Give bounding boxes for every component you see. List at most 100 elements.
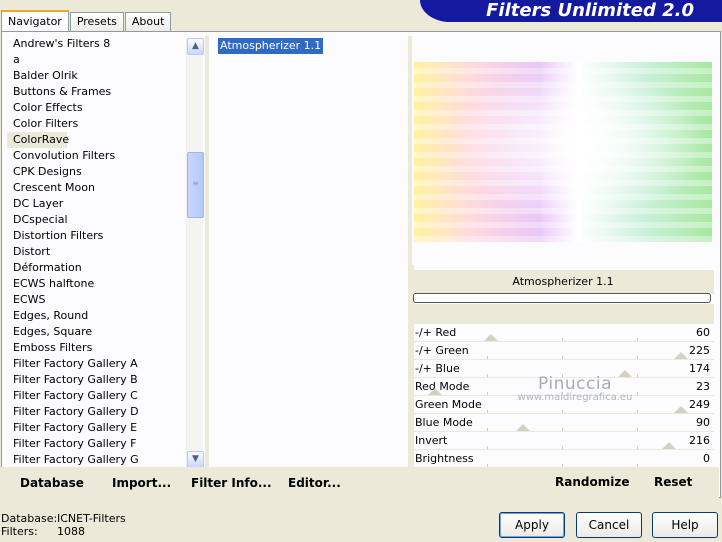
category-item[interactable]: Crescent Moon: [7, 180, 185, 196]
filters-status-label: Filters:: [1, 525, 38, 538]
apply-button[interactable]: Apply: [499, 512, 565, 538]
slider-label: Blue Mode: [415, 416, 473, 429]
slider-thumb[interactable]: [428, 388, 442, 395]
preview-image: [414, 62, 712, 242]
category-item[interactable]: Distortion Filters: [7, 228, 185, 244]
slider-tick: [562, 446, 563, 449]
filter-name-label: Atmospherizer 1.1: [412, 270, 714, 294]
slider-thumb[interactable]: [516, 424, 530, 431]
slider-value: 225: [689, 344, 710, 357]
category-item[interactable]: Filter Factory Gallery G: [7, 452, 185, 468]
filter-list[interactable]: Atmospherizer 1.1: [218, 38, 404, 54]
slider-tick: [487, 356, 488, 359]
category-item[interactable]: ColorRave: [7, 132, 69, 148]
slider-tick: [637, 428, 638, 431]
status-area: Database: ICNET-Filters Filters: 1088: [1, 512, 126, 538]
slider-tick: [487, 446, 488, 449]
tab-about[interactable]: About: [124, 12, 172, 32]
category-item[interactable]: Distort: [7, 244, 185, 260]
category-item[interactable]: Color Filters: [7, 116, 185, 132]
category-item[interactable]: Color Effects: [7, 100, 185, 116]
slider-tick: [562, 374, 563, 377]
slider-row[interactable]: -/+ Red 60: [412, 324, 714, 342]
tab-strip: Navigator Presets About: [1, 10, 172, 32]
slider-row[interactable]: Red Mode 23: [412, 378, 714, 396]
slider-value: 23: [696, 380, 710, 393]
randomize-button[interactable]: Randomize: [555, 475, 629, 489]
category-item[interactable]: DC Layer: [7, 196, 185, 212]
tab-presets[interactable]: Presets: [69, 12, 124, 32]
category-list[interactable]: Andrew's Filters 8 a Balder Olrik Buttons &…: [7, 36, 185, 468]
slider-label: Green Mode: [415, 398, 482, 411]
category-item[interactable]: ECWS: [7, 292, 185, 308]
database-status-label: Database:: [1, 512, 58, 525]
slider-value: 216: [689, 434, 710, 447]
filter-info-button[interactable]: Filter Info...: [191, 476, 272, 490]
slider-tick: [637, 374, 638, 377]
slider-tick: [637, 446, 638, 449]
category-item[interactable]: Filter Factory Gallery C: [7, 388, 185, 404]
slider-label: -/+ Green: [415, 344, 469, 357]
slider-row[interactable]: Green Mode 249: [412, 396, 714, 414]
editor-button[interactable]: Editor...: [288, 476, 341, 490]
app-title-banner: Filters Unlimited 2.0: [420, 0, 722, 22]
slider-tick: [562, 338, 563, 341]
category-item[interactable]: a: [7, 52, 185, 68]
category-item[interactable]: Andrew's Filters 8: [7, 36, 185, 52]
category-item[interactable]: DCspecial: [7, 212, 185, 228]
slider-tick: [487, 428, 488, 431]
slider-label: Red Mode: [415, 380, 470, 393]
reset-button[interactable]: Reset: [654, 475, 692, 489]
import-button[interactable]: Import...: [112, 476, 171, 490]
slider-tick: [487, 374, 488, 377]
separator: [412, 304, 714, 324]
progress-bar: [413, 293, 711, 303]
category-item[interactable]: Filter Factory Gallery B: [7, 372, 185, 388]
slider-label: Invert: [415, 434, 448, 447]
scroll-up-button[interactable]: ▲: [187, 38, 204, 55]
category-item[interactable]: Déformation: [7, 260, 185, 276]
slider-thumb[interactable]: [662, 442, 676, 449]
category-item[interactable]: CPK Designs: [7, 164, 185, 180]
category-item[interactable]: Buttons & Frames: [7, 84, 185, 100]
category-item[interactable]: Filter Factory Gallery D: [7, 404, 185, 420]
slider-value: 60: [696, 326, 710, 339]
category-scrollbar[interactable]: ▲ ≡ ▼: [186, 38, 204, 468]
slider-value: 249: [689, 398, 710, 411]
slider-tick: [637, 356, 638, 359]
slider-row[interactable]: Blue Mode 90: [412, 414, 714, 432]
slider-row[interactable]: Brightness 0: [412, 450, 714, 468]
slider-tick: [487, 410, 488, 413]
category-item[interactable]: Filter Factory Gallery E: [7, 420, 185, 436]
slider-row[interactable]: Invert 216: [412, 432, 714, 450]
database-button[interactable]: Database: [20, 476, 84, 490]
slider-tick: [562, 356, 563, 359]
left-toolbar: Database Import... Filter Info... Editor…: [5, 470, 407, 496]
slider-row[interactable]: -/+ Blue 174: [412, 360, 714, 378]
slider-thumb[interactable]: [484, 334, 498, 341]
slider-row[interactable]: -/+ Green 225: [412, 342, 714, 360]
slider-label: -/+ Red: [415, 326, 457, 339]
slider-tick: [562, 428, 563, 431]
category-item[interactable]: Edges, Square: [7, 324, 185, 340]
scroll-thumb[interactable]: ≡: [187, 152, 204, 218]
slider-label: -/+ Blue: [415, 362, 460, 375]
filter-item[interactable]: Atmospherizer 1.1: [218, 38, 324, 54]
slider-panel: -/+ Red 60 -/+ Green 225 -/+ Blue 174 Red Mode…: [412, 324, 714, 468]
category-item[interactable]: Filter Factory Gallery A: [7, 356, 185, 372]
category-item[interactable]: Edges, Round: [7, 308, 185, 324]
slider-thumb[interactable]: [674, 352, 688, 359]
slider-thumb[interactable]: [674, 406, 688, 413]
help-button[interactable]: Help: [652, 512, 718, 538]
filters-status-value: 1088: [57, 525, 85, 538]
category-item[interactable]: Convolution Filters: [7, 148, 185, 164]
category-item[interactable]: Filter Factory Gallery F: [7, 436, 185, 452]
category-item[interactable]: Emboss Filters: [7, 340, 185, 356]
scroll-down-button[interactable]: ▼: [187, 451, 204, 468]
cancel-button[interactable]: Cancel: [576, 512, 642, 538]
slider-label: Brightness: [415, 452, 474, 465]
category-item[interactable]: Balder Olrik: [7, 68, 185, 84]
category-item[interactable]: ECWS halftone: [7, 276, 185, 292]
slider-thumb[interactable]: [618, 370, 632, 377]
tab-navigator[interactable]: Navigator: [1, 10, 69, 32]
